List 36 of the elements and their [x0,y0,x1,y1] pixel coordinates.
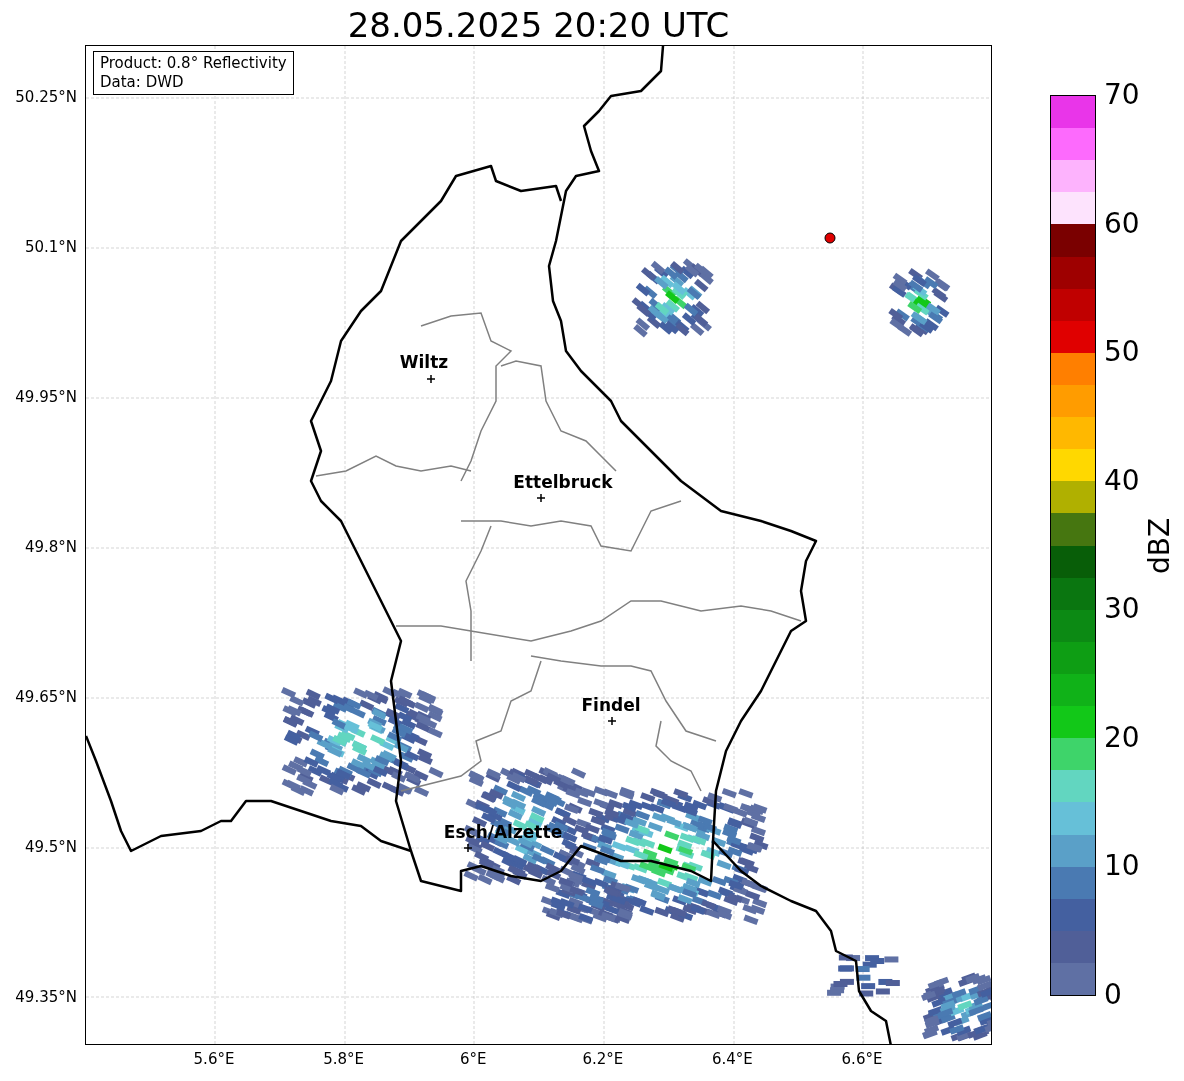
city-label: Findel [581,695,641,715]
scale-tick-label: 20 [1104,721,1140,754]
latitude-label: 50.1°N [24,238,77,256]
latitude-label: 49.95°N [15,388,77,406]
longitude-label: 6.6°E [841,1050,883,1068]
chart-title: 28.05.2025 20:20 UTC [347,5,730,45]
radar-echo [921,972,991,1042]
latitude-label: 50.25°N [15,88,77,106]
city-label: Esch/Alzette [443,822,563,842]
longitude-label: 5.6°E [193,1050,235,1068]
city-marker-icon [426,374,436,384]
city-label: Wiltz [399,352,449,372]
scale-tick-label: 30 [1104,593,1140,626]
info-text: Data: DWD [100,73,185,92]
city-marker-icon [607,716,617,726]
scale-unit-label: dBZ [1144,517,1176,574]
city-label: Ettelbruck [513,472,613,492]
scale-tick-label: 0 [1104,979,1122,1011]
latitude-label: 49.5°N [24,838,77,856]
longitude-label: 6.2°E [582,1050,624,1068]
scale-tick-label: 10 [1104,850,1140,883]
scale-tick-label: 40 [1104,464,1140,497]
longitude-label: 6°E [459,1050,487,1068]
longitude-label: 5.8°E [323,1050,364,1068]
city-marker-icon [463,843,473,853]
info-text: Product: 0.8° Reflectivity [100,54,287,73]
city-marker-icon [536,493,546,503]
radar-site-marker [824,232,836,244]
latitude-label: 49.35°N [15,988,77,1006]
longitude-label: 6.4°E [711,1050,753,1068]
latitude-label: 49.65°N [15,688,77,706]
scale-tick-label: 60 [1104,207,1140,240]
radar-echo [888,268,951,338]
scale-tick-label: 50 [1104,336,1140,369]
scale-tick-label: 70 [1104,79,1140,111]
latitude-label: 49.8°N [24,538,77,556]
